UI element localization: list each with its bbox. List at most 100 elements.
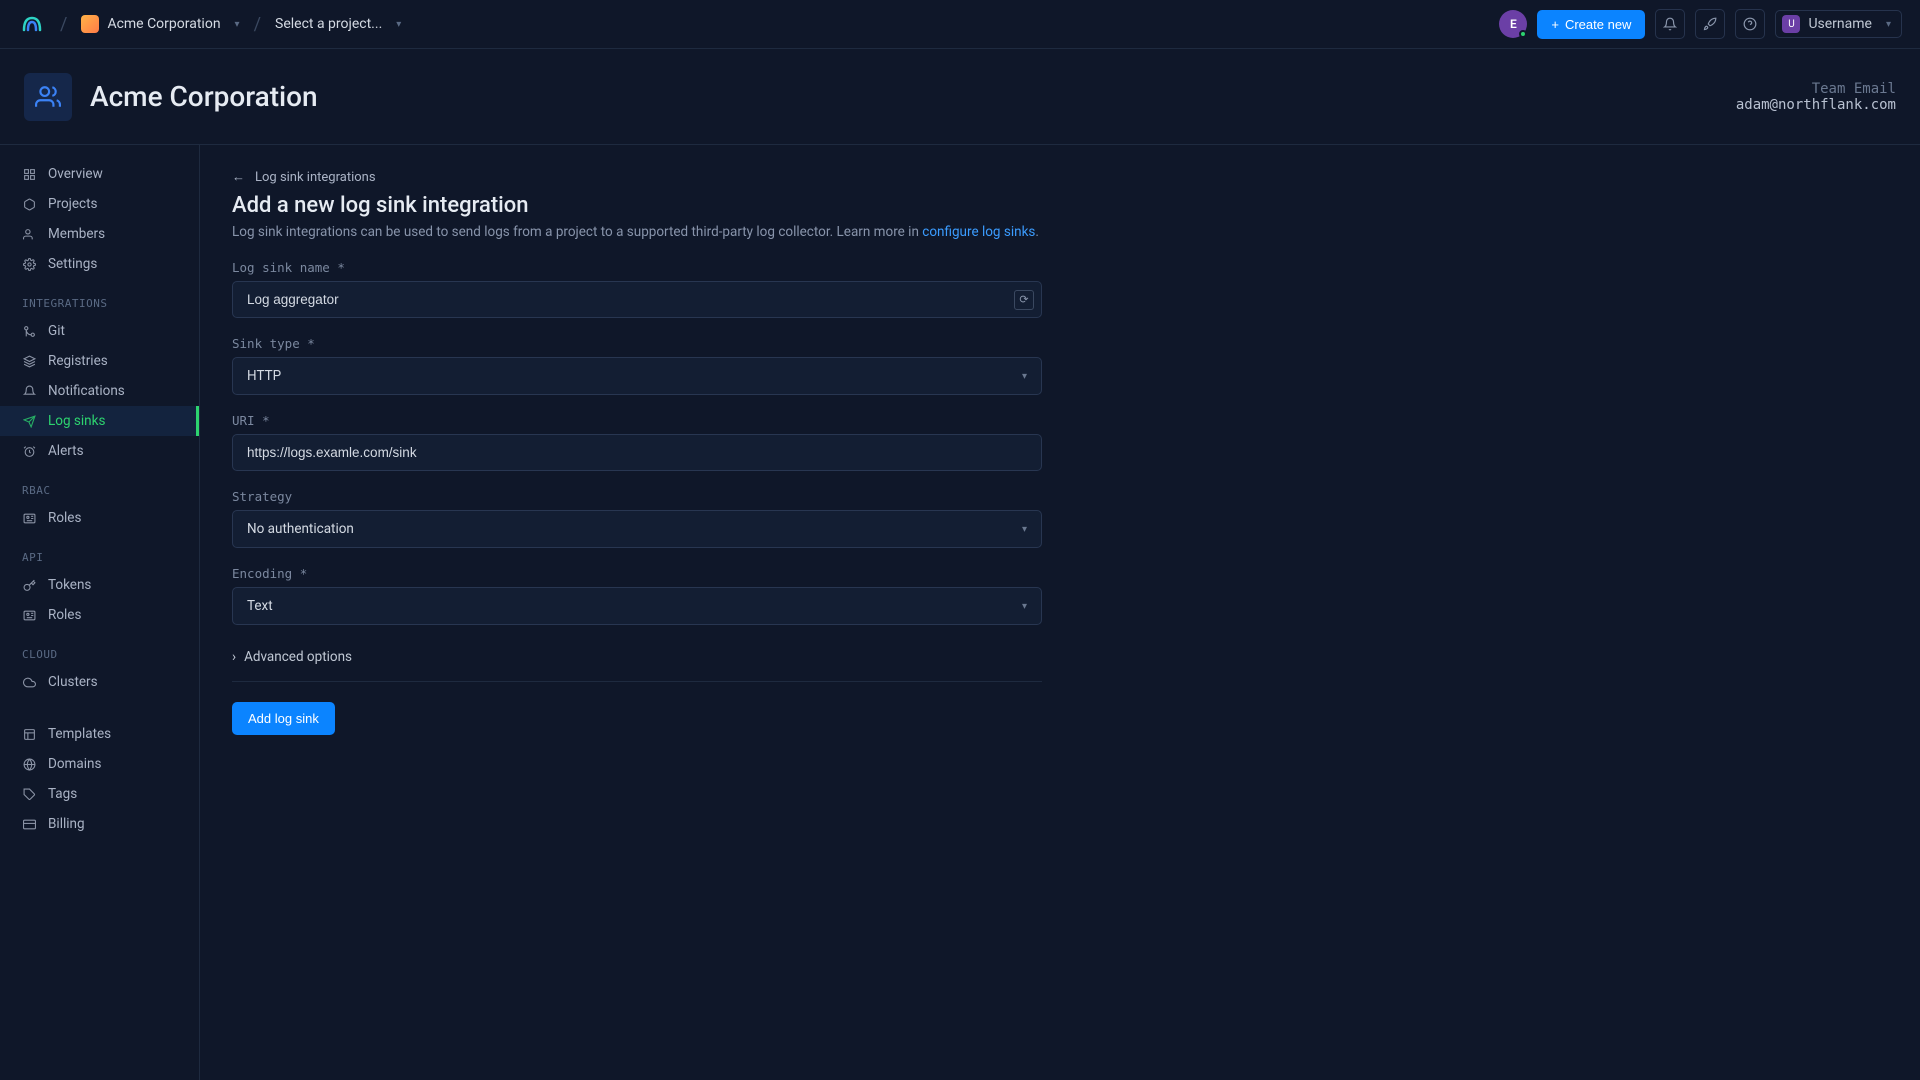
sidebar-item-api-roles[interactable]: Roles <box>0 600 199 630</box>
team-email-label: Team Email <box>1736 81 1896 97</box>
team-email-value: adam@northflank.com <box>1736 97 1896 113</box>
sidebar-item-label: Members <box>48 226 105 242</box>
users-icon <box>22 227 36 241</box>
sidebar-item-rbac-roles[interactable]: Roles <box>0 503 199 533</box>
page-title: Add a new log sink integration <box>232 193 1888 218</box>
card-icon <box>22 817 36 831</box>
sidebar-item-templates[interactable]: Templates <box>0 719 199 749</box>
sidebar-item-tokens[interactable]: Tokens <box>0 570 199 600</box>
generate-name-button[interactable]: ⟳ <box>1014 290 1034 310</box>
tag-icon <box>22 787 36 801</box>
sidebar-section-api: API <box>0 533 199 570</box>
chevron-down-icon: ▾ <box>1022 524 1027 535</box>
notifications-button[interactable] <box>1655 9 1685 39</box>
sidebar-item-settings[interactable]: Settings <box>0 249 199 279</box>
chevron-down-icon: ▾ <box>1886 19 1891 30</box>
sidebar-item-clusters[interactable]: Clusters <box>0 667 199 697</box>
sidebar-item-billing[interactable]: Billing <box>0 809 199 839</box>
strategy-select[interactable]: No authentication ▾ <box>232 510 1042 548</box>
back-link[interactable]: ← Log sink integrations <box>232 169 1888 185</box>
team-avatar-icon <box>81 15 99 33</box>
uri-label: URI * <box>232 413 1042 428</box>
sink-type-label: Sink type * <box>232 336 1042 351</box>
name-label: Log sink name * <box>232 260 1042 275</box>
sidebar-item-alerts[interactable]: Alerts <box>0 436 199 466</box>
breadcrumb-separator: / <box>254 14 261 35</box>
sidebar-item-label: Projects <box>48 196 98 212</box>
strategy-label: Strategy <box>232 489 1042 504</box>
sidebar-item-label: Git <box>48 323 65 339</box>
globe-icon <box>22 757 36 771</box>
cloud-icon <box>22 675 36 689</box>
sidebar-item-notifications[interactable]: Notifications <box>0 376 199 406</box>
sidebar-item-label: Registries <box>48 353 108 369</box>
sidebar-item-members[interactable]: Members <box>0 219 199 249</box>
sidebar: OverviewProjectsMembersSettingsINTEGRATI… <box>0 145 200 1080</box>
key-icon <box>22 578 36 592</box>
plus-icon: + <box>1551 17 1559 32</box>
chevron-down-icon: ▾ <box>396 19 401 30</box>
chevron-down-icon: ▾ <box>1022 601 1027 612</box>
page-header: Acme Corporation Team Email adam@northfl… <box>0 49 1920 145</box>
chevron-down-icon: ▾ <box>235 19 240 30</box>
help-button[interactable] <box>1735 9 1765 39</box>
rocket-button[interactable] <box>1695 9 1725 39</box>
sink-type-select[interactable]: HTTP ▾ <box>232 357 1042 395</box>
sidebar-item-tags[interactable]: Tags <box>0 779 199 809</box>
sidebar-item-label: Notifications <box>48 383 125 399</box>
sidebar-item-overview[interactable]: Overview <box>0 159 199 189</box>
chevron-down-icon: ▾ <box>1022 371 1027 382</box>
advanced-options-expander[interactable]: › Advanced options <box>232 643 1042 681</box>
page-description: Log sink integrations can be used to sen… <box>232 224 1888 240</box>
sidebar-item-registries[interactable]: Registries <box>0 346 199 376</box>
docs-link[interactable]: configure log sinks <box>922 224 1035 240</box>
divider <box>232 681 1042 682</box>
uri-input[interactable] <box>232 434 1042 471</box>
sidebar-item-logsinks[interactable]: Log sinks <box>0 406 199 436</box>
status-indicator <box>1519 30 1527 38</box>
sidebar-item-label: Tags <box>48 786 77 802</box>
sidebar-item-label: Roles <box>48 510 81 526</box>
id-icon <box>22 608 36 622</box>
create-new-button[interactable]: + Create new <box>1537 10 1645 39</box>
main-content: ← Log sink integrations Add a new log si… <box>200 145 1920 1080</box>
user-menu[interactable]: U Username ▾ <box>1775 10 1902 38</box>
send-icon <box>22 414 36 428</box>
sidebar-item-label: Log sinks <box>48 413 105 429</box>
team-avatar[interactable]: E <box>1499 10 1527 38</box>
sidebar-item-label: Settings <box>48 256 97 272</box>
git-icon <box>22 324 36 338</box>
breadcrumb-project-selector[interactable]: Select a project... ▾ <box>275 16 401 32</box>
sidebar-section-cloud: CLOUD <box>0 630 199 667</box>
breadcrumb-separator: / <box>60 14 67 35</box>
breadcrumb-team-label: Acme Corporation <box>107 16 220 32</box>
template-icon <box>22 727 36 741</box>
sidebar-item-label: Domains <box>48 756 101 772</box>
layers-icon <box>22 354 36 368</box>
team-header-icon <box>24 73 72 121</box>
hexagon-icon <box>22 197 36 211</box>
sidebar-item-git[interactable]: Git <box>0 316 199 346</box>
topbar: / Acme Corporation ▾ / Select a project.… <box>0 0 1920 49</box>
username-label: Username <box>1808 16 1872 32</box>
sidebar-item-label: Templates <box>48 726 111 742</box>
bell-icon <box>22 384 36 398</box>
team-title: Acme Corporation <box>90 80 318 113</box>
add-log-sink-button[interactable]: Add log sink <box>232 702 335 735</box>
sidebar-item-label: Alerts <box>48 443 84 459</box>
sidebar-item-label: Billing <box>48 816 85 832</box>
sidebar-item-label: Roles <box>48 607 81 623</box>
breadcrumb-team[interactable]: Acme Corporation ▾ <box>81 15 239 33</box>
sidebar-section-rbac: RBAC <box>0 466 199 503</box>
sidebar-item-label: Clusters <box>48 674 98 690</box>
sidebar-item-label: Tokens <box>48 577 91 593</box>
sidebar-item-projects[interactable]: Projects <box>0 189 199 219</box>
encoding-label: Encoding * <box>232 566 1042 581</box>
arrow-left-icon: ← <box>232 169 245 185</box>
name-input[interactable] <box>232 281 1042 318</box>
logo-icon[interactable] <box>18 10 46 38</box>
sidebar-item-domains[interactable]: Domains <box>0 749 199 779</box>
encoding-select[interactable]: Text ▾ <box>232 587 1042 625</box>
alarm-icon <box>22 444 36 458</box>
sidebar-item-label: Overview <box>48 166 103 182</box>
